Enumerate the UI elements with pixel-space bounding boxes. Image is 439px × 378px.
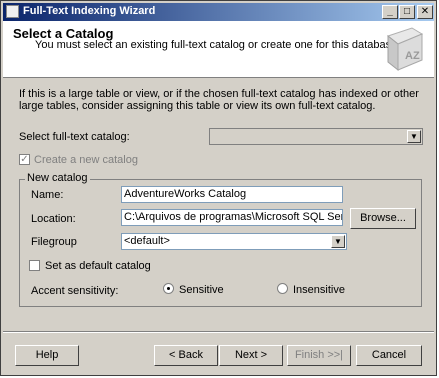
- minimize-button[interactable]: _: [382, 5, 398, 19]
- create-new-catalog-label: Create a new catalog: [34, 154, 138, 166]
- browse-button[interactable]: Browse...: [350, 208, 416, 229]
- location-label: Location:: [31, 213, 76, 225]
- help-button[interactable]: Help: [15, 345, 79, 366]
- name-label: Name:: [31, 189, 64, 201]
- window-title: Full-Text Indexing Wizard: [23, 5, 156, 17]
- new-catalog-group-label: New catalog: [25, 172, 90, 184]
- filegroup-label: Filegroup: [31, 236, 77, 248]
- select-catalog-combo[interactable]: ▼: [209, 128, 423, 145]
- close-button[interactable]: ✕: [417, 5, 433, 19]
- app-icon: [6, 5, 19, 18]
- location-input[interactable]: C:\Arquivos de programas\Microsoft SQL S…: [121, 209, 343, 226]
- wizard-content: If this is a large table or view, or if …: [3, 78, 434, 328]
- cancel-button[interactable]: Cancel: [356, 345, 422, 366]
- default-catalog-label: Set as default catalog: [45, 260, 151, 272]
- chevron-down-icon: ▼: [407, 130, 421, 143]
- accent-sensitivity-label: Accent sensitivity:: [31, 285, 119, 297]
- chevron-down-icon: ▼: [331, 235, 345, 248]
- filegroup-value: <default>: [124, 235, 170, 247]
- select-catalog-label: Select full-text catalog:: [19, 131, 130, 143]
- filegroup-select[interactable]: <default> ▼: [121, 233, 347, 250]
- page-subtitle: You must select an existing full-text ca…: [35, 39, 401, 51]
- insensitive-radio[interactable]: [277, 283, 288, 294]
- next-button[interactable]: Next >: [219, 345, 283, 366]
- back-button[interactable]: < Back: [154, 345, 218, 366]
- default-catalog-checkbox[interactable]: [29, 260, 40, 271]
- sensitive-radio-label: Sensitive: [179, 284, 224, 296]
- finish-button[interactable]: Finish >>|: [287, 345, 351, 366]
- wizard-window: Full-Text Indexing Wizard _ □ ✕ Select a…: [0, 0, 437, 376]
- name-input[interactable]: AdventureWorks Catalog: [121, 186, 343, 203]
- maximize-button[interactable]: □: [399, 5, 415, 19]
- create-new-catalog-checkbox[interactable]: ✓: [19, 154, 30, 165]
- sensitive-radio[interactable]: [163, 283, 174, 294]
- svg-text:AZ: AZ: [405, 50, 420, 62]
- az-book-icon: AZ: [382, 26, 426, 72]
- title-bar[interactable]: Full-Text Indexing Wizard _ □ ✕: [3, 3, 434, 21]
- insensitive-radio-label: Insensitive: [293, 284, 345, 296]
- wizard-header: Select a Catalog You must select an exis…: [3, 21, 434, 78]
- footer-divider: [3, 331, 434, 333]
- info-text: If this is a large table or view, or if …: [19, 88, 419, 112]
